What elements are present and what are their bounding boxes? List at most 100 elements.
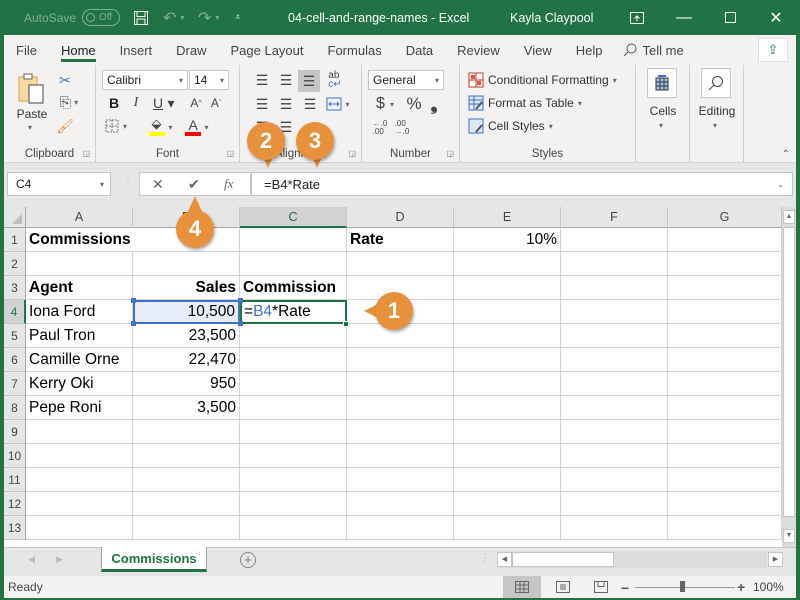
next-sheet-icon[interactable]: ▶ — [56, 554, 63, 565]
cell-b3[interactable]: Sales — [133, 276, 240, 300]
row-header-13[interactable]: 13 — [4, 516, 26, 540]
cell-g11[interactable] — [668, 468, 782, 492]
range-handle[interactable] — [131, 298, 136, 303]
customize-qat-button[interactable]: ⩡ — [235, 0, 241, 35]
number-format-dropdown[interactable]: General ▾ — [368, 70, 444, 90]
horizontal-scroll-thumb[interactable] — [512, 552, 614, 567]
cell-d9[interactable] — [347, 420, 454, 444]
cell-g9[interactable] — [668, 420, 782, 444]
vertical-scroll-thumb[interactable] — [783, 227, 795, 517]
cell-e10[interactable] — [454, 444, 561, 468]
row-header-5[interactable]: 5 — [4, 324, 26, 348]
name-box[interactable]: C4 ▾ — [7, 172, 111, 196]
cell-f3[interactable] — [561, 276, 668, 300]
scroll-down-button[interactable]: ▼ — [783, 529, 795, 543]
decrease-decimal-button[interactable]: .00 →.0 — [392, 119, 412, 137]
cell-f7[interactable] — [561, 372, 668, 396]
scroll-up-button[interactable]: ▲ — [783, 210, 795, 224]
row-header-9[interactable]: 9 — [4, 420, 26, 444]
cell-d1[interactable]: Rate — [347, 228, 454, 252]
cell-d12[interactable] — [347, 492, 454, 516]
cell-c11[interactable] — [240, 468, 347, 492]
cell-c1[interactable] — [240, 228, 347, 252]
cell-f5[interactable] — [561, 324, 668, 348]
cell-f9[interactable] — [561, 420, 668, 444]
cell-g12[interactable] — [668, 492, 782, 516]
cell-b2[interactable] — [133, 252, 240, 276]
accounting-format-button[interactable]: $ ▾ — [370, 94, 400, 114]
cell-e7[interactable] — [454, 372, 561, 396]
cell-b6[interactable]: 22,470 — [133, 348, 240, 372]
increase-font-size-button[interactable]: A ^ — [188, 94, 204, 112]
cell-e13[interactable] — [454, 516, 561, 540]
middle-align-button[interactable]: ☰ — [276, 70, 296, 90]
minimize-button[interactable]: — — [664, 0, 704, 35]
row-header-2[interactable]: 2 — [4, 252, 26, 276]
cell-d7[interactable] — [347, 372, 454, 396]
number-launcher-icon[interactable]: ◲ — [446, 149, 454, 158]
cell-g13[interactable] — [668, 516, 782, 540]
cell-d8[interactable] — [347, 396, 454, 420]
cell-a8[interactable]: Pepe Roni — [26, 396, 133, 420]
wrap-text-button[interactable]: ab c↵ — [324, 70, 346, 90]
cell-c5[interactable] — [240, 324, 347, 348]
copy-button[interactable]: ⎘ ▾ — [54, 93, 84, 111]
alignment-launcher-icon[interactable]: ◲ — [348, 149, 356, 158]
cell-c2[interactable] — [240, 252, 347, 276]
sheet-tab-commissions[interactable]: Commissions — [101, 547, 207, 572]
clipboard-launcher-icon[interactable]: ◲ — [82, 149, 90, 158]
cancel-button[interactable]: ✕ — [152, 176, 164, 193]
tab-file[interactable]: File — [4, 35, 49, 65]
resize-handle-icon[interactable]: ⋮ — [123, 177, 133, 188]
cell-b9[interactable] — [133, 420, 240, 444]
column-header-e[interactable]: E — [454, 207, 561, 228]
cell-f13[interactable] — [561, 516, 668, 540]
cell-e6[interactable] — [454, 348, 561, 372]
conditional-formatting-button[interactable]: Conditional Formatting ▾ — [468, 70, 617, 90]
tab-help[interactable]: Help — [564, 35, 615, 65]
cell-d10[interactable] — [347, 444, 454, 468]
page-layout-view-button[interactable] — [544, 576, 582, 598]
chevron-down-icon[interactable]: ▾ — [100, 180, 104, 189]
row-header-10[interactable]: 10 — [4, 444, 26, 468]
italic-button[interactable]: I — [128, 94, 144, 112]
tab-insert[interactable]: Insert — [108, 35, 165, 65]
cut-button[interactable]: ✂ — [56, 71, 74, 89]
cell-b10[interactable] — [133, 444, 240, 468]
row-header-4[interactable]: 4 — [4, 300, 26, 324]
format-painter-button[interactable]: 🖌 — [56, 117, 74, 135]
cell-styles-button[interactable]: Cell Styles ▾ — [468, 116, 553, 136]
cell-b8[interactable]: 3,500 — [133, 396, 240, 420]
cell-a1[interactable]: Commissions — [26, 228, 133, 252]
zoom-level[interactable]: 100% — [753, 580, 784, 594]
underline-dropdown-icon[interactable]: ▾ — [166, 94, 176, 112]
worksheet-grid[interactable]: A B C D E F G 1CommissionsRate10%23Agent… — [4, 207, 782, 547]
row-header-8[interactable]: 8 — [4, 396, 26, 420]
cell-a6[interactable]: Camille Orne — [26, 348, 133, 372]
prev-sheet-icon[interactable]: ◀ — [28, 554, 35, 565]
cell-e3[interactable] — [454, 276, 561, 300]
cell-g3[interactable] — [668, 276, 782, 300]
editing-group[interactable]: Editing ▾ — [690, 65, 744, 163]
cell-a10[interactable] — [26, 444, 133, 468]
save-button[interactable] — [133, 0, 149, 35]
tab-formulas[interactable]: Formulas — [316, 35, 394, 65]
cell-g6[interactable] — [668, 348, 782, 372]
align-left-button[interactable]: ☰ — [252, 94, 272, 114]
cell-a7[interactable]: Kerry Oki — [26, 372, 133, 396]
align-right-button[interactable]: ☰ — [300, 94, 320, 114]
cell-f10[interactable] — [561, 444, 668, 468]
cell-d6[interactable] — [347, 348, 454, 372]
underline-button[interactable]: U — [150, 94, 166, 112]
cell-g10[interactable] — [668, 444, 782, 468]
expand-formula-bar-icon[interactable]: ⌄ — [777, 180, 784, 189]
font-size-dropdown[interactable]: 14 ▾ — [189, 70, 229, 90]
cells-group[interactable]: Cells ▾ — [636, 65, 690, 163]
cell-e11[interactable] — [454, 468, 561, 492]
cell-d2[interactable] — [347, 252, 454, 276]
row-header-6[interactable]: 6 — [4, 348, 26, 372]
cell-c4[interactable]: =B4*Rate — [240, 300, 347, 324]
maximize-button[interactable] — [710, 0, 750, 35]
comma-style-button[interactable]: ❟ — [426, 94, 442, 114]
cell-e5[interactable] — [454, 324, 561, 348]
